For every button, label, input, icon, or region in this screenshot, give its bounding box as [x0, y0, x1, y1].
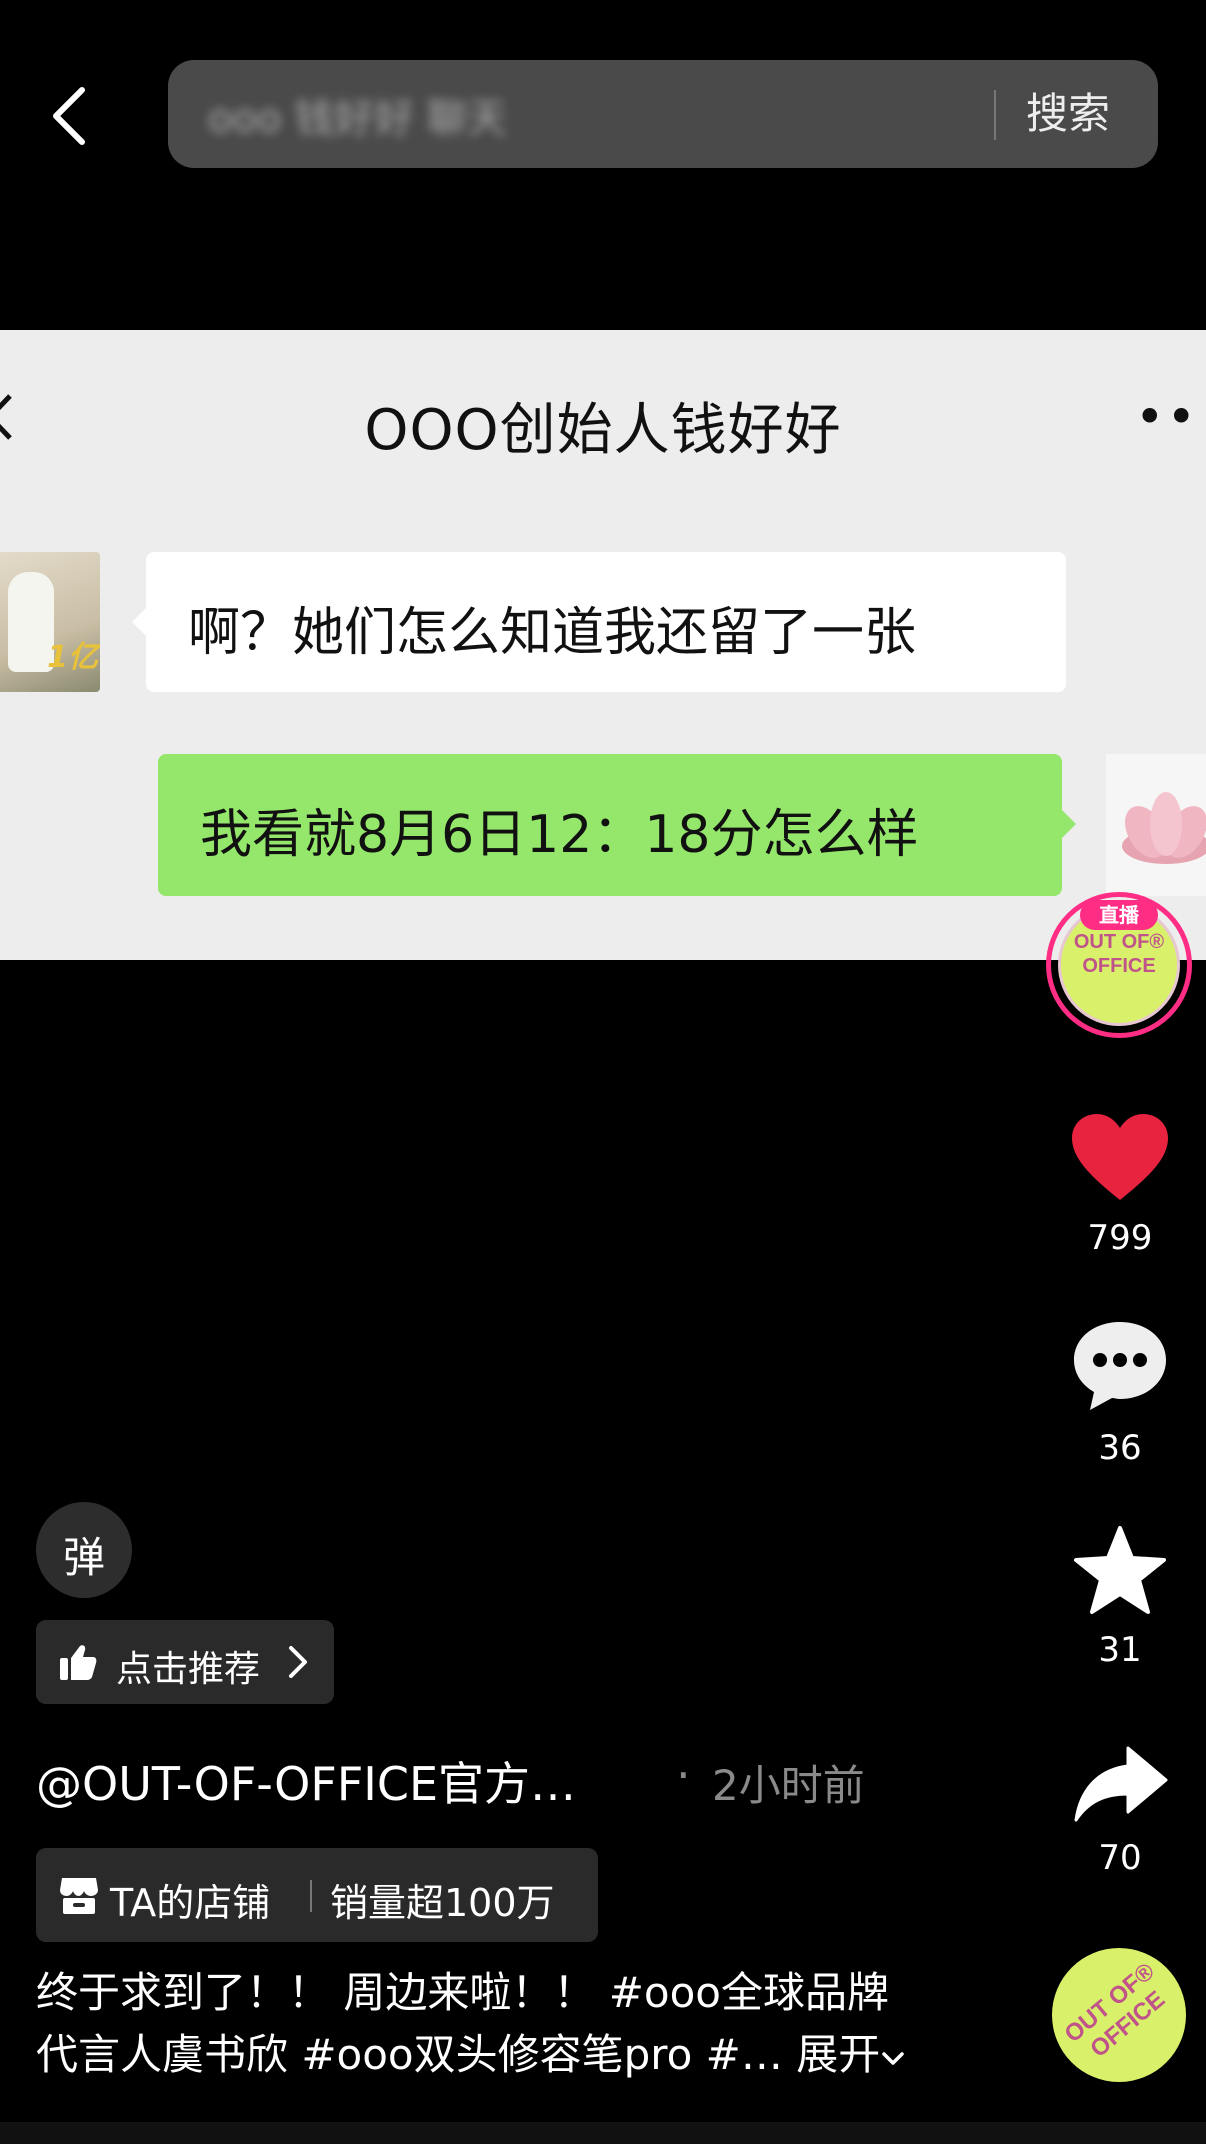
live-author-avatar[interactable]: OUT OF® OFFICE 直播	[1046, 892, 1192, 1038]
danmu-label: 弹	[62, 1533, 105, 1582]
search-input[interactable]	[208, 90, 988, 140]
recommend-label: 点击推荐	[116, 1649, 261, 1690]
caption-line: 终于求到了！！ 周边来啦！！ #ooo全球品牌	[36, 1968, 889, 2017]
chat-bubble-received: 啊？她们怎么知道我还留了一张	[132, 552, 1066, 692]
bottom-progress-bar	[0, 2122, 1206, 2144]
chevron-left-icon	[53, 87, 85, 145]
star-icon	[1074, 1526, 1166, 1614]
avatar-tag: 1亿	[47, 640, 98, 675]
shop-label: TA的店铺	[110, 1881, 271, 1925]
shop-sales: 销量超100万	[330, 1881, 555, 1925]
avatar	[1106, 754, 1206, 896]
shop-entry-button[interactable]: TA的店铺 销量超100万	[36, 1848, 598, 1942]
favorite-button[interactable]: 31	[1058, 1524, 1182, 1670]
caption-line-2: 代言人虞书欣 #ooo双头修容笔pro #… 展开	[36, 2024, 936, 2086]
comment-count: 36	[1098, 1428, 1142, 1468]
shop-icon	[60, 1878, 98, 1914]
like-button[interactable]: 799	[1058, 1112, 1182, 1258]
expand-label: 展开	[796, 2030, 881, 2079]
chat-message-text: 我看就8月6日12：18分怎么样	[200, 805, 919, 865]
thumbs-up-icon	[60, 1645, 97, 1680]
search-bar: 搜索	[168, 60, 1158, 168]
lotus-icon	[1122, 792, 1206, 864]
separator-dot: ·	[676, 1748, 691, 1802]
chat-bubble-sent: 我看就8月6日12：18分怎么样	[158, 754, 1076, 896]
chevron-down-icon	[882, 2052, 904, 2065]
back-button[interactable]	[44, 84, 94, 148]
like-count: 799	[1087, 1218, 1153, 1258]
share-count: 70	[1098, 1838, 1142, 1878]
brand-logo: OUT OF® OFFICE	[1059, 1957, 1171, 2063]
music-disc[interactable]: OUT OF® OFFICE	[1052, 1948, 1186, 2082]
author-name[interactable]: @OUT-OF-OFFICE官方…	[36, 1748, 576, 1814]
share-button[interactable]: 70	[1058, 1744, 1182, 1878]
caption-text: 代言人虞书欣 #ooo双头修容笔pro #…	[36, 2030, 783, 2079]
chevron-right-icon	[289, 1646, 307, 1678]
recommend-button[interactable]: 点击推荐	[36, 1620, 334, 1704]
chat-message-text: 啊？她们怎么知道我还留了一张	[188, 603, 917, 663]
danmu-toggle-button[interactable]: 弹	[36, 1502, 132, 1598]
chat-title: OOO创始人钱好好	[364, 398, 842, 463]
comment-button[interactable]: 36	[1058, 1318, 1182, 1468]
more-icon: ••	[1135, 388, 1198, 446]
avatar: 1亿	[0, 552, 100, 692]
comment-icon	[1074, 1322, 1166, 1410]
video-caption: 终于求到了！！ 周边来啦！！ #ooo全球品牌 代言人虞书欣 #ooo双头修容笔…	[36, 1962, 936, 2086]
live-badge: 直播	[1080, 900, 1158, 930]
favorite-count: 31	[1098, 1630, 1142, 1670]
brand-logo: OUT OF® OFFICE	[1073, 931, 1165, 977]
expand-caption-button[interactable]: 展开	[796, 2030, 906, 2079]
post-time: 2小时前	[712, 1761, 865, 1810]
search-button[interactable]: 搜索	[1026, 82, 1110, 146]
heart-icon	[1072, 1114, 1168, 1200]
search-divider	[994, 90, 996, 140]
shop-divider	[310, 1880, 312, 1912]
share-arrow-icon	[1074, 1746, 1168, 1822]
video-content-chat-screenshot: OOO创始人钱好好 •• 1亿 啊？她们怎么知道我还留了一张 我看就8月6日12…	[0, 330, 1206, 960]
